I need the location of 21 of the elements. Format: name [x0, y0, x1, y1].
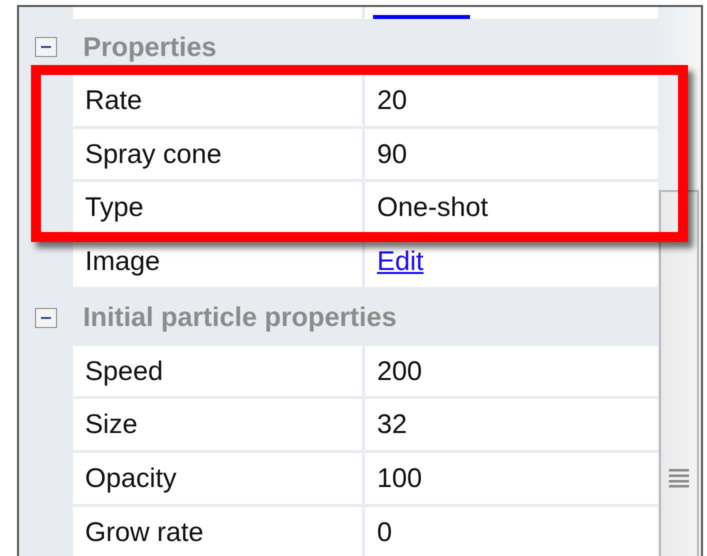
property-value[interactable]: 200 — [365, 346, 658, 396]
property-value[interactable]: One-shot — [365, 182, 658, 234]
property-name: Opacity — [73, 453, 362, 504]
property-value[interactable]: 100 — [365, 453, 658, 504]
collapse-toggle[interactable] — [35, 308, 57, 328]
property-value[interactable]: 20 — [365, 75, 658, 126]
property-name: Rate — [73, 75, 362, 126]
section-title: Initial particle properties — [83, 302, 397, 334]
property-value[interactable]: 0 — [365, 506, 658, 556]
property-name: Size — [73, 399, 362, 450]
property-value[interactable]: 90 — [365, 128, 658, 180]
property-value[interactable]: 32 — [365, 399, 658, 450]
section-title: Properties — [83, 32, 217, 62]
scroll-thumb[interactable] — [659, 190, 699, 556]
property-name: Speed — [73, 346, 362, 396]
edit-link[interactable]: Edit — [377, 246, 424, 277]
grip-icon — [669, 468, 689, 488]
property-name: Spray cone — [73, 128, 362, 180]
property-name: Type — [73, 182, 362, 234]
collapse-toggle[interactable] — [35, 37, 57, 57]
property-name: Grow rate — [73, 506, 362, 556]
